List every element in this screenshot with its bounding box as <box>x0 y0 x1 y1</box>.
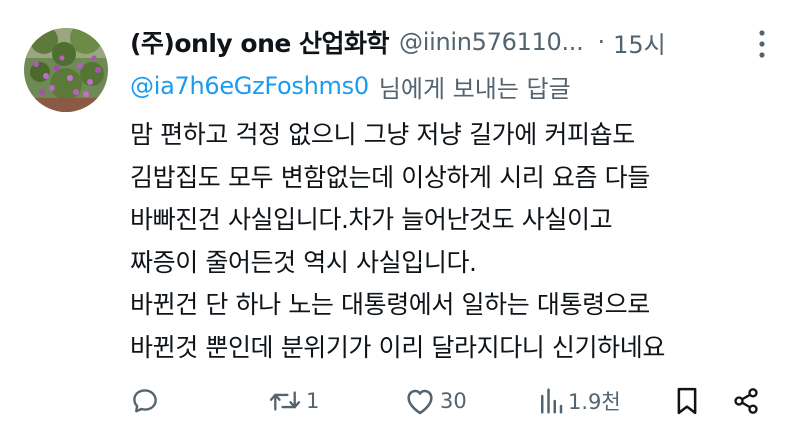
speech-bubble-icon <box>133 389 157 413</box>
action-bar: 1 30 1.9천 <box>0 380 800 422</box>
tweet-text-line: 짜증이 줄어든것 역시 사실입니다. <box>130 247 477 277</box>
separator-dot: · <box>597 28 606 56</box>
reply-context-label: 님에게 보내는 답글 <box>378 74 571 103</box>
more-vertical-icon[interactable] <box>742 26 782 62</box>
tweet-card[interactable]: (주)only one 산업화학 @iinin576110... · 15시 @… <box>0 0 800 425</box>
tweet-text-line: 바뀐것 뿐인데 분위기가 이리 달라지다니 신기하네요 <box>130 332 665 362</box>
user-handle[interactable]: @iinin576110... <box>399 28 584 56</box>
tweet-text: 맘 편하고 걱정 없으니 그냥 저냥 길가에 커피숍도 김밥집도 모두 변함없는… <box>130 114 790 370</box>
reply-context: @ia7h6eGzFoshms0 님에게 보내는 답글 <box>130 68 571 104</box>
bar-chart-icon <box>541 388 563 414</box>
heart-icon <box>407 389 433 415</box>
tweet-text-line: 바뀐건 단 하나 노는 대통령에서 일하는 대통령으로 <box>130 290 650 320</box>
timestamp[interactable]: 15시 <box>613 25 666 60</box>
retweet-count: 1 <box>306 389 320 413</box>
display-name[interactable]: (주)only one 산업화학 <box>130 24 390 60</box>
reply-button[interactable] <box>130 380 160 422</box>
like-count: 30 <box>440 389 467 413</box>
tweet-text-line: 바빠진건 사실입니다.차가 늘어난것도 사실이고 <box>130 205 613 235</box>
retweet-button[interactable]: 1 <box>268 380 319 422</box>
retweet-icon <box>269 391 301 411</box>
share-button[interactable] <box>732 380 760 422</box>
like-button[interactable]: 30 <box>404 380 467 422</box>
tweet-text-line: 김밥집도 모두 변함없는데 이상하게 시리 요즘 다들 <box>130 162 650 192</box>
avatar[interactable] <box>24 28 108 112</box>
views-button[interactable]: 1.9천 <box>538 380 621 422</box>
bookmark-icon <box>677 387 697 415</box>
avatar-image <box>24 28 108 112</box>
tweet-text-line: 맘 편하고 걱정 없으니 그냥 저냥 길가에 커피숍도 <box>130 120 635 149</box>
share-icon <box>734 388 758 414</box>
reply-mention-link[interactable]: @ia7h6eGzFoshms0 <box>130 72 369 100</box>
tweet-header: (주)only one 산업화학 @iinin576110... · 15시 <box>130 24 730 60</box>
bookmark-button[interactable] <box>674 380 700 422</box>
views-count: 1.9천 <box>568 390 621 414</box>
